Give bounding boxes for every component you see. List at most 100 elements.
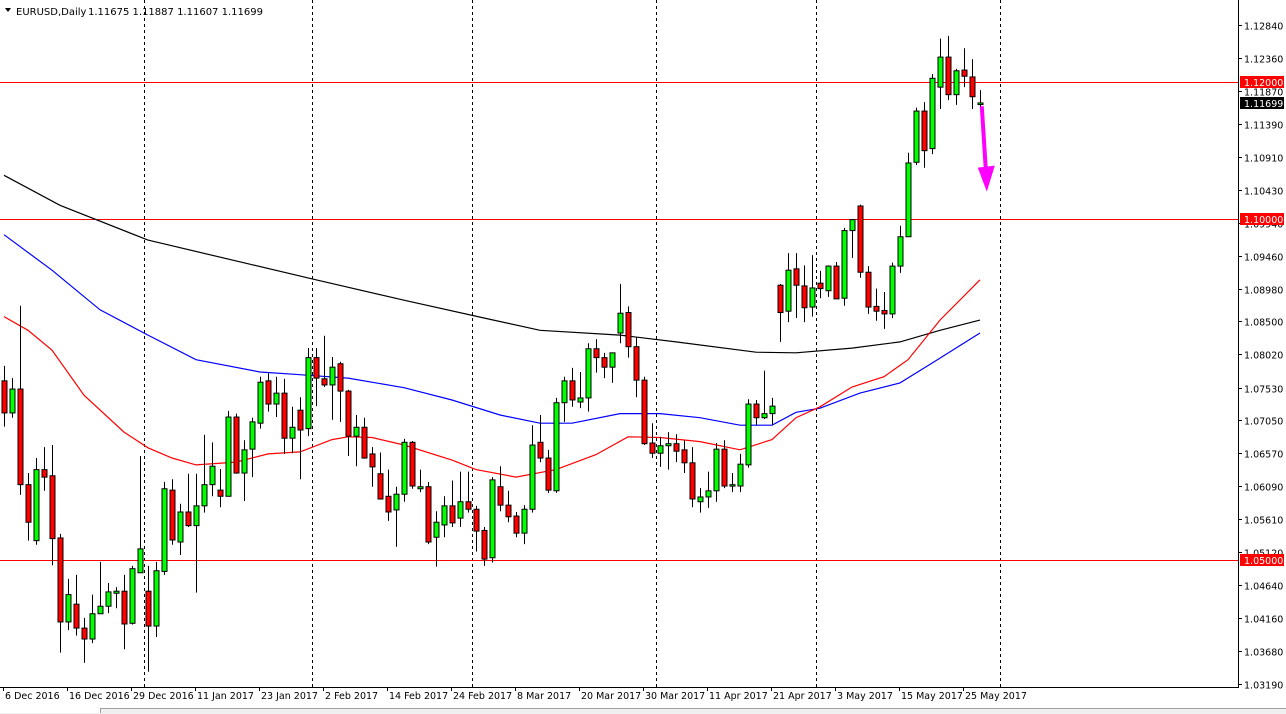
- candle: [546, 450, 551, 493]
- bottom-scroll-strip[interactable]: [0, 708, 1286, 714]
- candle: [314, 348, 319, 406]
- price-tick-label: 1.08980: [1244, 286, 1283, 297]
- bear-candle-body: [42, 470, 47, 478]
- price-tick-label: 1.08500: [1244, 318, 1283, 329]
- bull-candle-body: [402, 442, 407, 494]
- price-tick-label: 1.08020: [1244, 351, 1283, 362]
- bear-candle-body: [802, 286, 807, 308]
- bull-candle-body: [562, 381, 567, 403]
- candle: [522, 505, 527, 544]
- bull-candle-body: [618, 313, 623, 333]
- bull-candle-body: [930, 78, 935, 148]
- bear-candle-body: [626, 313, 631, 347]
- bear-candle-body: [514, 516, 519, 533]
- price-tick-label: 1.11390: [1244, 121, 1283, 132]
- candle: [138, 456, 143, 573]
- bear-candle-body: [386, 496, 391, 512]
- bull-candle-body: [154, 571, 159, 626]
- price-chart[interactable]: 1.128401.123601.118701.113901.109101.104…: [0, 0, 1286, 713]
- candle: [394, 487, 399, 547]
- bear-candle-body: [570, 381, 575, 400]
- candle: [586, 343, 591, 411]
- bear-candle-body: [26, 485, 31, 523]
- candle: [826, 265, 831, 296]
- date-label: 21 Apr 2017: [773, 691, 832, 702]
- candle: [170, 479, 175, 545]
- candle: [458, 472, 463, 527]
- candle: [298, 397, 303, 479]
- candle: [426, 482, 431, 544]
- price-tick-label: 1.06570: [1244, 450, 1283, 461]
- chart-header: EURUSD,Daily 1.11675 1.11887 1.11607 1.1…: [5, 7, 263, 18]
- price-axis[interactable]: 1.128401.123601.118701.113901.109101.104…: [1238, 22, 1283, 692]
- dropdown-triangle-icon[interactable]: [5, 8, 11, 12]
- candle: [930, 74, 935, 154]
- bull-candle-body: [330, 367, 335, 385]
- candle: [786, 253, 791, 322]
- candle: [34, 458, 39, 545]
- bull-candle-body: [490, 480, 495, 558]
- candle: [18, 306, 23, 495]
- bull-candle-body: [202, 485, 207, 506]
- arrow-annotation[interactable]: [978, 106, 995, 191]
- price-tick-label: 1.05610: [1244, 516, 1283, 527]
- bull-candle-body: [826, 266, 831, 291]
- bull-candle-body: [658, 446, 663, 454]
- candle: [618, 284, 623, 343]
- candle: [690, 447, 695, 507]
- bull-candle-body: [162, 489, 167, 572]
- candle: [194, 474, 199, 593]
- candle: [506, 491, 511, 522]
- bull-candle-body: [106, 592, 111, 606]
- bear-candle-body: [498, 487, 503, 505]
- bull-candle-body: [906, 163, 911, 237]
- candle: [634, 337, 639, 397]
- bull-candle-body: [730, 485, 735, 487]
- candle: [778, 284, 783, 342]
- bear-candle-body: [946, 57, 951, 95]
- bull-candle-body: [274, 393, 279, 404]
- candle: [442, 496, 447, 537]
- candle: [698, 488, 703, 513]
- candle: [730, 473, 735, 492]
- candle: [874, 289, 879, 321]
- bull-candle-body: [842, 231, 847, 299]
- bull-candle-body: [738, 464, 743, 486]
- bull-candle-body: [530, 445, 535, 509]
- bull-candle-body: [194, 506, 199, 526]
- candle: [354, 415, 359, 466]
- candle: [794, 253, 799, 318]
- candle: [914, 108, 919, 165]
- candle: [650, 423, 655, 458]
- candle: [402, 439, 407, 502]
- date-label: 29 Dec 2016: [133, 691, 194, 702]
- bull-candle-body: [706, 491, 711, 497]
- candle: [706, 472, 711, 508]
- bull-candle-body: [258, 382, 263, 423]
- date-label: 3 May 2017: [837, 691, 893, 702]
- time-axis[interactable]: 6 Dec 201616 Dec 201629 Dec 201611 Jan 2…: [4, 687, 1027, 702]
- date-label: 23 Jan 2017: [261, 691, 318, 702]
- bear-candle-body: [186, 512, 191, 526]
- candle: [2, 366, 7, 427]
- candle: [770, 398, 775, 425]
- candle: [954, 69, 959, 105]
- bull-candle-body: [786, 270, 791, 311]
- price-tick-label: 1.07530: [1244, 385, 1283, 396]
- date-label: 20 Mar 2017: [581, 691, 641, 702]
- price-tick-label: 1.10430: [1244, 187, 1283, 198]
- price-tick-label: 1.11870: [1244, 88, 1283, 99]
- bull-candle-body: [210, 466, 215, 484]
- arrow-down-icon: [978, 166, 995, 192]
- candle: [306, 348, 311, 436]
- bear-candle-body: [266, 381, 271, 404]
- candle: [178, 504, 183, 555]
- chart-tab[interactable]: [0, 708, 101, 713]
- bull-candle-body: [890, 266, 895, 314]
- candle: [866, 266, 871, 314]
- bear-candle-body: [346, 391, 351, 436]
- candle: [530, 425, 535, 512]
- ma-slow-line: [4, 175, 980, 352]
- bear-candle-body: [650, 443, 655, 453]
- bear-candle-body: [682, 450, 687, 463]
